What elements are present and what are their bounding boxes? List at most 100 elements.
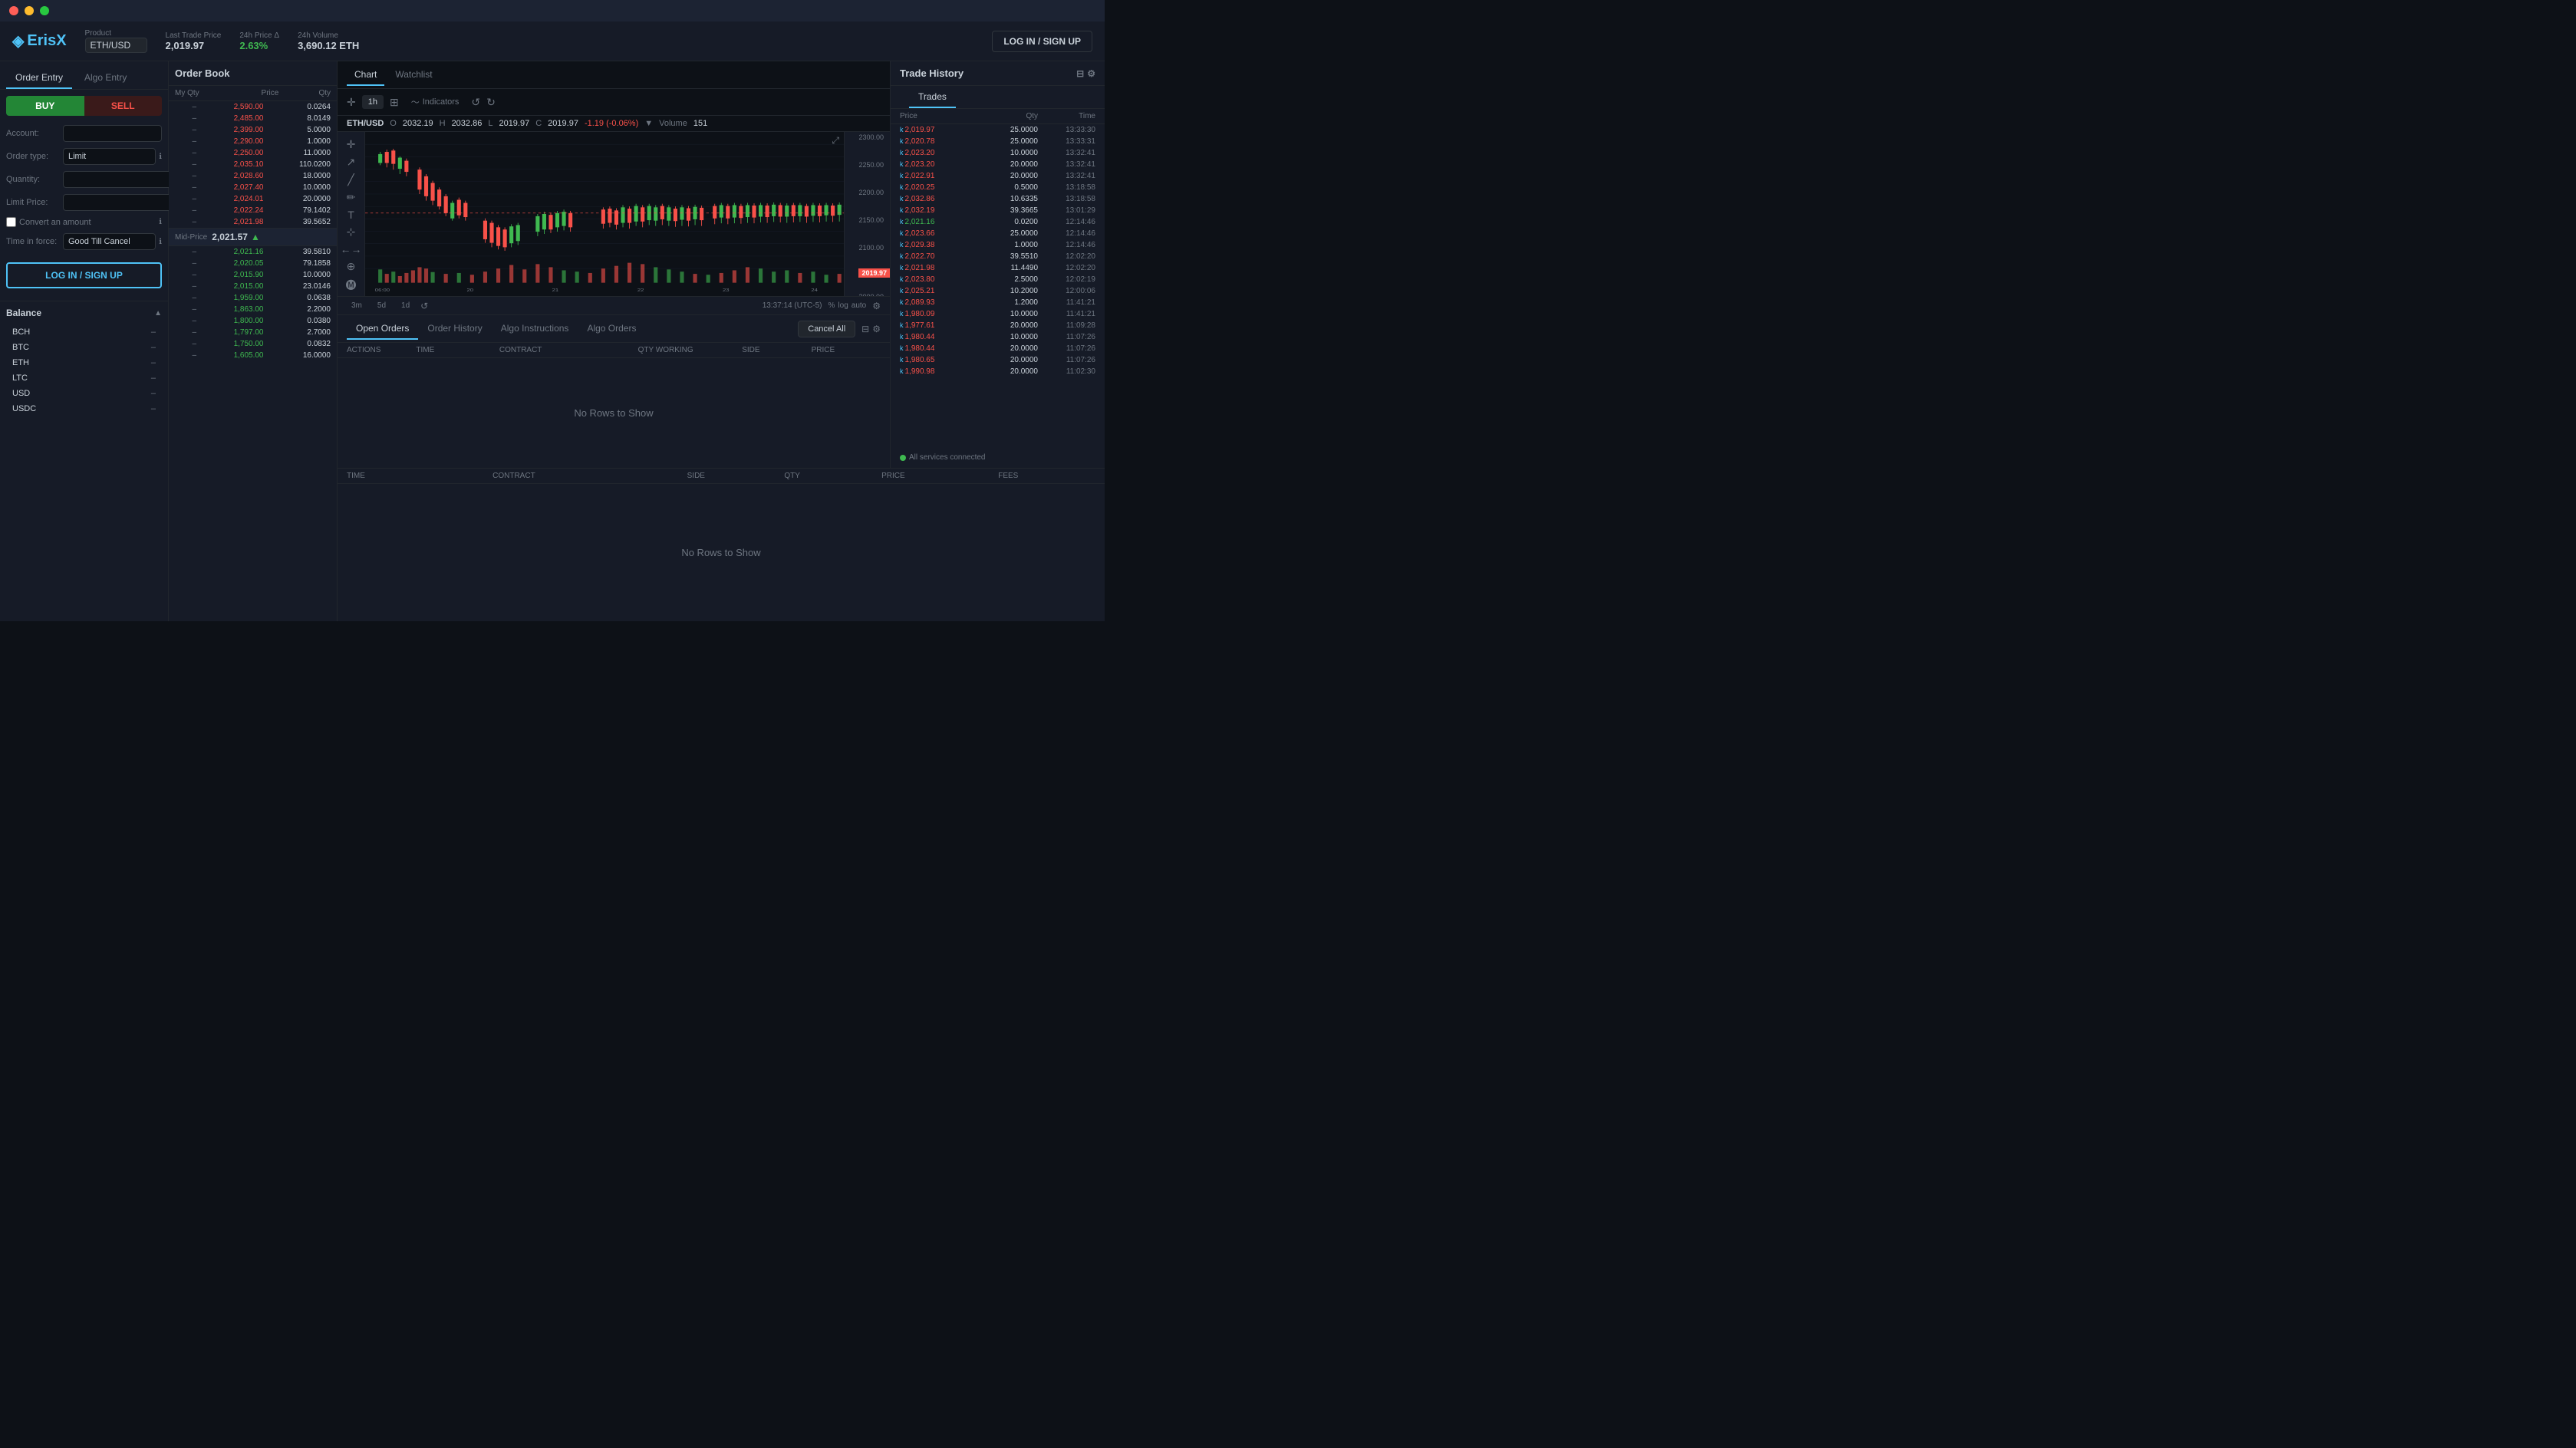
bid-row[interactable]: – 1,797.00 2.7000: [169, 327, 337, 338]
open-orders-no-rows: No Rows to Show: [338, 358, 890, 468]
tab-algo-entry[interactable]: Algo Entry: [75, 67, 136, 89]
tab-order-entry[interactable]: Order Entry: [6, 67, 72, 89]
magnet-tool-icon[interactable]: 🅜: [341, 278, 362, 293]
login-signup-button-top[interactable]: LOG IN / SIGN UP: [992, 31, 1092, 52]
ask-row[interactable]: – 2,250.00 11.0000: [169, 147, 337, 159]
arrow-tool-icon[interactable]: ↗: [341, 156, 362, 169]
tab-algo-instructions[interactable]: Algo Instructions: [492, 318, 578, 340]
logo: ◈ ErisX: [12, 31, 67, 51]
order-type-select[interactable]: Limit: [63, 148, 156, 165]
chart-svg: 06:00 20 21 22 23 24 13:: [365, 132, 890, 296]
trade-history-row: k2,023.20 10.0000 13:32:41: [891, 147, 1105, 159]
tif-select[interactable]: Good Till Cancel: [63, 233, 156, 250]
cancel-all-button[interactable]: Cancel All: [798, 321, 855, 337]
bid-row[interactable]: – 1,959.00 0.0638: [169, 292, 337, 304]
sell-button[interactable]: SELL: [84, 96, 163, 116]
ask-row[interactable]: – 2,028.60 18.0000: [169, 170, 337, 182]
timeframe-3m-button[interactable]: 3m: [347, 300, 367, 311]
ask-row[interactable]: – 2,022.24 79.1402: [169, 205, 337, 216]
undo-icon[interactable]: ↺: [471, 96, 480, 109]
scale-percent-button[interactable]: %: [828, 301, 835, 310]
order-book-column-headers: My Qty Price Qty: [169, 86, 337, 101]
last-trade-value: 2,019.97: [166, 40, 222, 51]
trades-tab[interactable]: Trades: [909, 87, 956, 108]
top-bar: ◈ ErisX Product ETH/USD Last Trade Price…: [0, 21, 1105, 61]
volume-label: 24h Volume: [298, 31, 359, 40]
indicators-button[interactable]: 〜 Indicators: [405, 94, 466, 110]
zoom-tool-icon[interactable]: ⊕: [341, 260, 362, 273]
filter-icon[interactable]: ⊟: [861, 324, 869, 334]
convert-amount-checkbox[interactable]: [6, 217, 16, 227]
ask-row[interactable]: – 2,290.00 1.0000: [169, 136, 337, 147]
ask-row[interactable]: – 2,399.00 5.0000: [169, 124, 337, 136]
balance-item-usd: USD –: [0, 386, 168, 401]
ask-row[interactable]: – 2,021.98 39.5652: [169, 216, 337, 228]
timeframe-1d-button[interactable]: 1d: [397, 300, 414, 311]
convert-info-icon[interactable]: ℹ: [159, 218, 162, 226]
bid-row[interactable]: – 1,863.00 2.2000: [169, 304, 337, 315]
crosshair-tool-icon[interactable]: ✛: [341, 138, 362, 151]
tab-order-history[interactable]: Order History: [418, 318, 491, 340]
settings-icon[interactable]: ⚙: [872, 324, 881, 334]
chart-toolbar: ✛ 1h ⊞ 〜 Indicators ↺ ↻: [338, 89, 890, 116]
bid-row[interactable]: – 2,020.05 79.1858: [169, 258, 337, 269]
product-selector[interactable]: Product ETH/USD: [85, 29, 147, 53]
order-type-label: Order type:: [6, 152, 60, 161]
minimize-window-button[interactable]: [25, 6, 34, 15]
usd-currency-label: USD: [12, 389, 43, 398]
ask-row[interactable]: – 2,485.00 8.0149: [169, 113, 337, 124]
line-tool-icon[interactable]: ╱: [341, 173, 362, 186]
title-bar: [0, 0, 1105, 21]
crosshair-icon[interactable]: ✛: [347, 96, 356, 109]
chart-settings-icon[interactable]: ⚙: [872, 301, 881, 311]
scale-auto-button[interactable]: auto: [852, 301, 866, 310]
scale-log-button[interactable]: log: [838, 301, 848, 310]
bid-row[interactable]: – 1,605.00 16.0000: [169, 350, 337, 361]
ask-row[interactable]: – 2,024.01 20.0000: [169, 193, 337, 205]
account-select[interactable]: [63, 125, 162, 142]
trade-history-filter-icon[interactable]: ⊟: [1076, 68, 1084, 79]
pencil-tool-icon[interactable]: ✏: [341, 191, 362, 204]
balance-header[interactable]: Balance ▲: [0, 301, 168, 324]
timeframe-1h-button[interactable]: 1h: [362, 95, 384, 109]
tab-chart[interactable]: Chart: [347, 64, 384, 86]
bid-row[interactable]: – 1,800.00 0.0380: [169, 315, 337, 327]
limit-price-input[interactable]: [63, 194, 183, 211]
quantity-input[interactable]: [63, 171, 183, 188]
tif-info-icon[interactable]: ℹ: [159, 238, 162, 246]
close-window-button[interactable]: [9, 6, 18, 15]
timeframe-5d-button[interactable]: 5d: [373, 300, 390, 311]
tab-open-orders[interactable]: Open Orders: [347, 318, 418, 340]
volume-label-text: Volume: [659, 119, 687, 128]
svg-text:06:00: 06:00: [375, 288, 390, 293]
price-change-stat: 24h Price Δ 2.63%: [239, 31, 279, 51]
bid-row[interactable]: – 1,750.00 0.0832: [169, 338, 337, 350]
chart-type-icon[interactable]: ⊞: [390, 96, 399, 109]
pattern-tool-icon[interactable]: ⊹: [341, 225, 362, 239]
ask-row[interactable]: – 2,590.00 0.0264: [169, 101, 337, 113]
bid-row[interactable]: – 2,015.90 10.0000: [169, 269, 337, 281]
axis-2250: 2250.00: [858, 161, 887, 169]
order-type-info-icon[interactable]: ℹ: [159, 153, 162, 161]
login-signup-button-form[interactable]: LOG IN / SIGN UP: [6, 262, 162, 288]
buy-button[interactable]: BUY: [6, 96, 84, 116]
balance-item-eth: ETH –: [0, 355, 168, 370]
chart-svg-wrap: 06:00 20 21 22 23 24 13: 2300.00 2250.00: [365, 132, 890, 296]
mid-price-value: 2,021.57: [212, 232, 248, 242]
tab-watchlist[interactable]: Watchlist: [387, 64, 440, 86]
col-price: PRICE: [812, 346, 881, 354]
trade-history-settings-icon[interactable]: ⚙: [1087, 68, 1095, 79]
product-select[interactable]: ETH/USD: [85, 38, 147, 53]
service-status-dot: [900, 455, 906, 461]
measure-tool-icon[interactable]: ←→: [341, 243, 362, 255]
maximize-window-button[interactable]: [40, 6, 49, 15]
ask-row[interactable]: – 2,027.40 10.0000: [169, 182, 337, 193]
ask-row[interactable]: – 2,035.10 110.0200: [169, 159, 337, 170]
chart-replay-icon[interactable]: ↺: [420, 301, 428, 311]
expand-chart-icon[interactable]: ⤢: [832, 135, 839, 146]
redo-icon[interactable]: ↻: [486, 96, 496, 109]
tab-algo-orders[interactable]: Algo Orders: [578, 318, 645, 340]
bid-row[interactable]: – 2,021.16 39.5810: [169, 246, 337, 258]
text-tool-icon[interactable]: T: [341, 209, 362, 221]
bid-row[interactable]: – 2,015.00 23.0146: [169, 281, 337, 292]
